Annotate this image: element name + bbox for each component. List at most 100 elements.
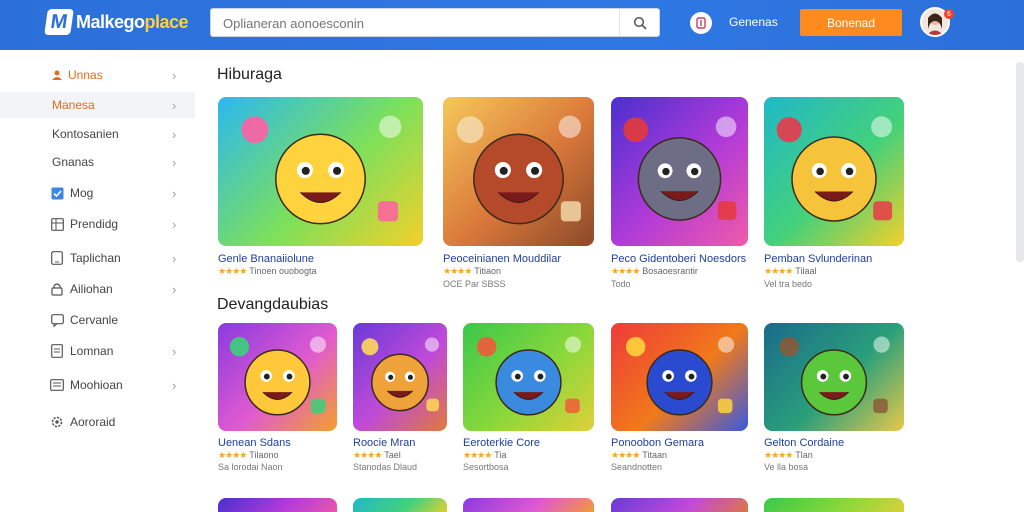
sidebar-item-label: Mog — [70, 186, 94, 200]
sidebar-item-label: Manesa — [52, 98, 95, 112]
game-subinfo: OCE Par SBSS — [443, 279, 506, 289]
sidebar-item[interactable]: Cervanle — [0, 307, 195, 333]
sidebar-item-label: Moohioan — [70, 378, 123, 392]
star-rating-icon: ★★★★ — [218, 266, 247, 276]
game-thumbnail[interactable] — [611, 498, 748, 512]
game-title[interactable]: Ponoobon Gemara — [611, 437, 704, 449]
user-icon — [50, 68, 64, 82]
game-thumbnail[interactable] — [463, 323, 594, 431]
game-thumbnail[interactable] — [463, 498, 594, 512]
search-input[interactable] — [223, 13, 613, 33]
game-meta: Bosaoesrantir — [642, 266, 698, 276]
game-rating: ★★★★ Tlan — [764, 450, 813, 461]
logo-text-accent: place — [144, 11, 189, 32]
game-thumbnail[interactable] — [764, 97, 904, 246]
sidebar-item-label: Ailiohan — [70, 282, 113, 296]
game-rating: ★★★★ Tia — [463, 450, 506, 461]
chevron-right-icon: › — [172, 97, 177, 113]
game-title[interactable]: Peco Gidentoberi Noesdors — [611, 253, 746, 265]
game-subinfo: Todo — [611, 279, 631, 289]
sidebar-item-label: Lomnan — [70, 344, 114, 358]
game-subinfo: Sesortbosa — [463, 462, 509, 472]
sidebar-item[interactable]: Moohioan › — [0, 372, 195, 398]
game-thumbnail[interactable] — [353, 323, 447, 431]
game-thumbnail[interactable] — [353, 498, 447, 512]
game-title[interactable]: Gelton Cordaine — [764, 437, 844, 449]
chevron-right-icon: › — [172, 281, 177, 297]
search-button[interactable] — [619, 9, 659, 36]
game-rating: ★★★★ Tilaono — [218, 450, 278, 461]
lock-icon — [50, 282, 64, 296]
sidebar-item[interactable]: Prendidg › — [0, 211, 195, 237]
sidebar-item-label: Aororaid — [70, 415, 116, 429]
game-subinfo: Stanodas Dlaud — [353, 462, 418, 472]
game-meta: Tinoen ouobogta — [249, 266, 317, 276]
star-rating-icon: ★★★★ — [463, 450, 492, 460]
game-thumbnail[interactable] — [218, 323, 337, 431]
star-rating-icon: ★★★★ — [218, 450, 247, 460]
sidebar-item-label: Prendidg — [70, 217, 119, 231]
logo[interactable]: M Malkegoplace — [44, 8, 189, 36]
logo-mark: M — [44, 9, 74, 35]
game-subinfo: Ve lla bosa — [764, 462, 809, 472]
top-bar: M Malkegoplace Genenas Bonenad 6 — [0, 0, 1024, 50]
notification-badge: 6 — [944, 9, 954, 19]
sidebar-item-label: Taplichan — [70, 251, 121, 265]
star-rating-icon: ★★★★ — [611, 266, 640, 276]
game-subinfo: Sa lorodai Naon — [218, 462, 283, 472]
star-rating-icon: ★★★★ — [353, 450, 382, 460]
game-meta: Tilaal — [795, 266, 817, 276]
game-thumbnail[interactable] — [764, 323, 904, 431]
sidebar-item[interactable]: Aororaid — [0, 409, 195, 435]
game-thumbnail[interactable] — [218, 97, 423, 246]
grid-icon — [50, 217, 64, 231]
sidebar-item-label: Cervanle — [70, 313, 119, 327]
game-subinfo: Vel tra bedo — [764, 279, 813, 289]
header-link[interactable]: Genenas — [729, 15, 778, 29]
chevron-right-icon: › — [172, 126, 177, 142]
sidebar-item[interactable]: Taplichan › — [0, 245, 195, 271]
game-title[interactable]: Genle Bnanaiiolune — [218, 253, 314, 265]
game-rating: ★★★★ Tinoen ouobogta — [218, 266, 317, 277]
chevron-right-icon: › — [172, 185, 177, 201]
star-rating-icon: ★★★★ — [764, 266, 793, 276]
game-title[interactable]: Uenean Sdans — [218, 437, 291, 449]
logo-text-main: Malkego — [76, 11, 145, 32]
sidebar-item[interactable]: Gnanas › — [0, 149, 195, 175]
game-title[interactable]: Pemban Svlunderinan — [764, 253, 872, 265]
game-title[interactable]: Eeroterkie Core — [463, 437, 540, 449]
game-thumbnail[interactable] — [764, 498, 904, 512]
game-thumbnail[interactable] — [611, 97, 748, 246]
chevron-right-icon: › — [172, 67, 177, 83]
game-subinfo: Seandnotten — [611, 462, 663, 472]
game-thumbnail[interactable] — [443, 97, 594, 246]
chat-icon — [50, 313, 64, 327]
game-meta: Titaan — [642, 450, 667, 460]
notification-bell-icon[interactable] — [690, 12, 712, 34]
sidebar-item[interactable]: Manesa › — [0, 92, 195, 118]
chevron-right-icon: › — [172, 250, 177, 266]
game-rating: ★★★★ Tael — [353, 450, 401, 461]
game-title[interactable]: Peoceinianen Mouddilar — [443, 253, 561, 265]
game-rating: ★★★★ Titiaon — [443, 266, 501, 277]
game-thumbnail[interactable] — [218, 498, 337, 512]
section-title-1: Hiburaga — [217, 66, 282, 83]
sidebar-item[interactable]: Lomnan › — [0, 338, 195, 364]
game-thumbnail[interactable] — [611, 323, 748, 431]
sidebar-item[interactable]: Unnas › — [0, 62, 195, 88]
game-title[interactable]: Roocie Mran — [353, 437, 415, 449]
game-meta: Tlan — [795, 450, 813, 460]
tablet-icon — [50, 251, 64, 265]
section-title-2: Devangdaubias — [217, 296, 329, 313]
logo-text: Malkegoplace — [76, 11, 189, 33]
sidebar-item[interactable]: Ailiohan › — [0, 276, 195, 302]
game-meta: Titiaon — [474, 266, 501, 276]
sidebar-item[interactable]: Kontosanien › — [0, 121, 195, 147]
sidebar-item[interactable]: Mog › — [0, 180, 195, 206]
sidebar-item-label: Gnanas — [52, 155, 95, 169]
game-rating: ★★★★ Tilaal — [764, 266, 816, 277]
doc-icon — [50, 344, 64, 358]
scrollbar[interactable] — [1016, 62, 1024, 262]
header-cta-button[interactable]: Bonenad — [800, 9, 902, 36]
sidebar-item-label: Unnas — [68, 68, 103, 82]
